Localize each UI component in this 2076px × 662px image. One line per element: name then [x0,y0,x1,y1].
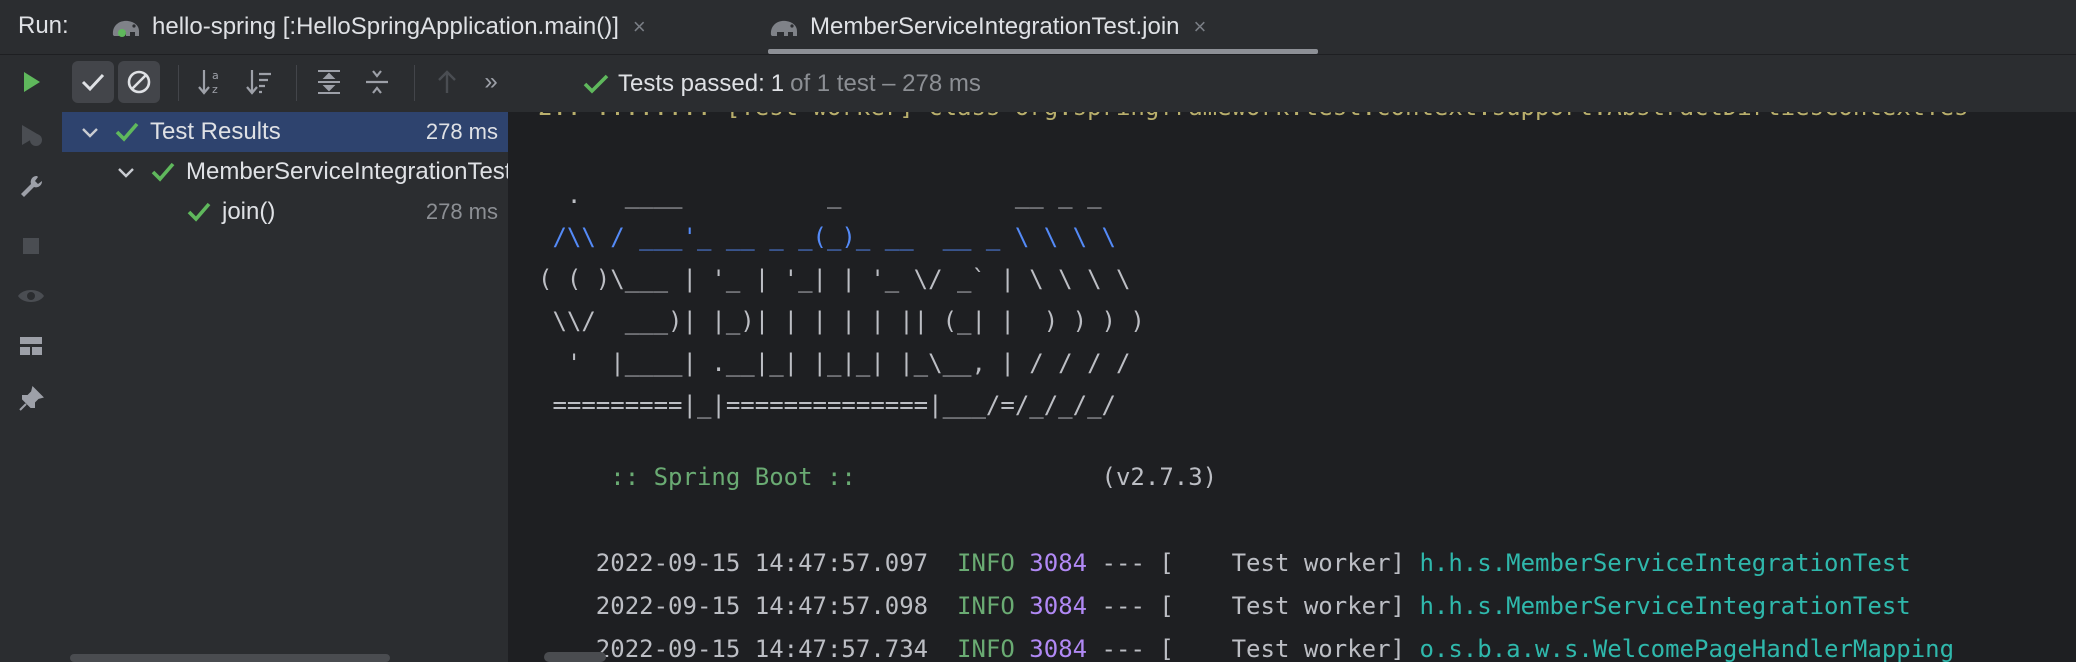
duration-label: 278 ms [425,119,498,144]
run-label: Run: [18,12,69,39]
log-line: 2022-09-15 14:47:57.734 INFO 3084 --- [ … [538,604,1954,662]
tab-member-service-test[interactable]: MemberServiceIntegrationTest.join × [768,0,1318,54]
run-side-toolbar [0,55,63,662]
console-partial-line: 2.. ..:..:.. [Test worker] class org.spr… [538,112,1968,122]
spring-boot-line: :: Spring Boot :: (v2.7.3) [538,432,1217,522]
up-arrow-icon[interactable] [426,61,468,103]
stop-icon[interactable] [14,229,48,263]
pin-icon[interactable] [14,382,48,416]
run-icon[interactable] [14,65,48,99]
tree-row-join[interactable]: join() 278 ms [62,192,508,232]
log-thread: [ Test worker] [1159,635,1405,662]
svg-text:a: a [212,69,219,82]
sort-alpha-icon[interactable]: az [190,61,232,103]
rerun-failed-icon[interactable] [14,118,48,152]
eye-icon[interactable] [14,279,48,313]
check-icon [151,162,175,182]
log-logger: o.s.b.a.w.s.WelcomePageHandlerMapping [1419,635,1955,662]
console-scrollbar[interactable] [544,652,606,662]
sort-duration-icon[interactable] [238,61,280,103]
check-icon [115,122,139,142]
test-status: Tests passed: 1 of 1 test – 278 ms [582,55,981,112]
tree-row-member-service-test[interactable]: MemberServiceIntegrationTest [62,152,508,192]
tab-label: hello-spring [:HelloSpringApplication.ma… [152,13,619,40]
tab-hello-spring[interactable]: hello-spring [:HelloSpringApplication.ma… [110,0,646,54]
status-suffix: of 1 test – 278 ms [790,69,981,97]
tree-item-label: MemberServiceIntegrationTest [186,158,508,185]
banner-line: /\\ / ___'_ __ _ _(_)_ __ __ _ \ \ \ \ [538,223,1116,251]
show-ignored-icon[interactable] [118,61,160,103]
layout-icon[interactable] [14,329,48,363]
status-prefix: Tests passed: [618,69,765,97]
chevron-down-icon[interactable] [80,122,100,142]
svg-text:z: z [212,83,218,96]
log-timestamp: 2022-09-15 14:47:57.734 [595,635,929,662]
banner-line: \\/ ___)| |_)| | | | | || (_| | ) ) ) ) [538,307,1145,335]
banner-line: =========|_|==============|___/=/_/_/_/ [538,391,1116,419]
show-passed-icon[interactable] [72,61,114,103]
tree-item-label: join() [222,198,276,225]
close-icon[interactable]: × [633,14,646,40]
check-icon [187,202,211,222]
banner-line: ( ( )\___ | '_ | '_| | '_ \/ _` | \ \ \ … [538,265,1131,293]
gradle-elephant-icon [112,20,139,37]
tree-item-label: Test Results [150,118,281,145]
horizontal-scrollbar[interactable] [70,654,390,662]
banner-line: ' |____| .__|_| |_|_| |_\__, | / / / / [538,349,1131,377]
chevron-down-icon[interactable] [116,162,136,182]
log-separator: --- [1101,635,1145,662]
console-output[interactable]: 2.. ..:..:.. [Test worker] class org.spr… [510,112,2076,662]
run-tab-bar: Run: hello-spring [:HelloSpringApplicati… [0,0,2076,55]
check-icon [583,74,609,94]
log-pid: 3084 [1029,635,1088,662]
status-count: 1 [770,69,785,97]
close-icon[interactable]: × [1194,14,1207,40]
log-level: INFO [957,635,1015,662]
spring-boot-version: (v2.7.3) [1101,463,1218,491]
gradle-elephant-icon [770,20,797,36]
test-toolbar: az » Tests passed: 1 of 1 test – 278 ms [62,55,2076,112]
wrench-icon[interactable] [14,170,48,204]
banner-line: . ____ _ __ _ _ [538,181,1102,209]
duration-label: 278 ms [425,199,498,224]
more-icon[interactable]: » [470,61,512,103]
tab-label: MemberServiceIntegrationTest.join [810,13,1180,40]
tree-row-test-results[interactable]: Test Results 278 ms [62,112,508,152]
collapse-all-icon[interactable] [356,61,398,103]
test-tree: Test Results 278 ms MemberServiceIntegra… [62,112,510,662]
spring-boot-label: :: Spring Boot :: [595,463,871,491]
expand-all-icon[interactable] [308,61,350,103]
